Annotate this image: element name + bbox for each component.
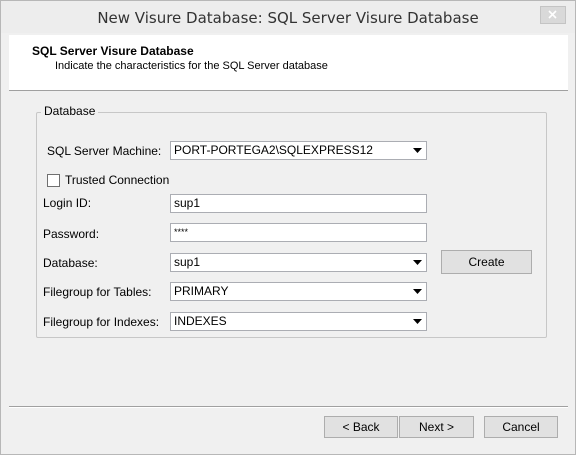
wizard-header: SQL Server Visure Database Indicate the … — [9, 35, 568, 91]
database-label: Database: — [43, 256, 98, 270]
chevron-down-icon — [413, 289, 422, 294]
trusted-connection-label: Trusted Connection — [65, 173, 170, 187]
header-title: SQL Server Visure Database — [32, 44, 194, 58]
password-input[interactable]: **** — [170, 223, 427, 242]
filegroup-indexes-value: INDEXES — [174, 314, 227, 328]
server-machine-value: PORT-PORTEGA2\SQLEXPRESS12 — [174, 143, 373, 157]
database-combo[interactable]: sup1 — [170, 253, 427, 272]
back-button[interactable]: < Back — [324, 416, 398, 438]
close-button[interactable] — [540, 6, 566, 24]
filegroup-indexes-label: Filegroup for Indexes: — [43, 315, 160, 329]
database-value: sup1 — [174, 255, 201, 269]
window-title: New Visure Database: SQL Server Visure D… — [97, 9, 479, 27]
login-id-input[interactable]: sup1 — [170, 194, 427, 213]
filegroup-tables-combo[interactable]: PRIMARY — [170, 282, 427, 301]
server-machine-label: SQL Server Machine: — [47, 144, 162, 158]
server-machine-dropdown[interactable] — [409, 142, 426, 159]
header-subtitle: Indicate the characteristics for the SQL… — [55, 60, 328, 72]
trusted-connection-checkbox[interactable] — [47, 174, 60, 187]
next-button[interactable]: Next > — [399, 416, 474, 438]
create-button[interactable]: Create — [441, 250, 532, 274]
login-id-label: Login ID: — [43, 196, 92, 210]
filegroup-indexes-dropdown[interactable] — [409, 313, 426, 330]
chevron-down-icon — [413, 148, 422, 153]
cancel-button[interactable]: Cancel — [484, 416, 558, 438]
login-id-value: sup1 — [174, 196, 201, 210]
chevron-down-icon — [413, 319, 422, 324]
footer-separator — [9, 406, 568, 408]
filegroup-indexes-combo[interactable]: INDEXES — [170, 312, 427, 331]
database-group-legend: Database — [41, 104, 99, 118]
password-value: **** — [174, 227, 189, 237]
filegroup-tables-value: PRIMARY — [174, 284, 229, 298]
filegroup-tables-dropdown[interactable] — [409, 283, 426, 300]
server-machine-combo[interactable]: PORT-PORTEGA2\SQLEXPRESS12 — [170, 141, 427, 160]
filegroup-tables-label: Filegroup for Tables: — [43, 285, 152, 299]
database-dropdown[interactable] — [409, 254, 426, 271]
password-label: Password: — [43, 227, 100, 241]
title-bar[interactable]: New Visure Database: SQL Server Visure D… — [1, 1, 575, 33]
close-icon — [548, 10, 557, 19]
chevron-down-icon — [413, 260, 422, 265]
